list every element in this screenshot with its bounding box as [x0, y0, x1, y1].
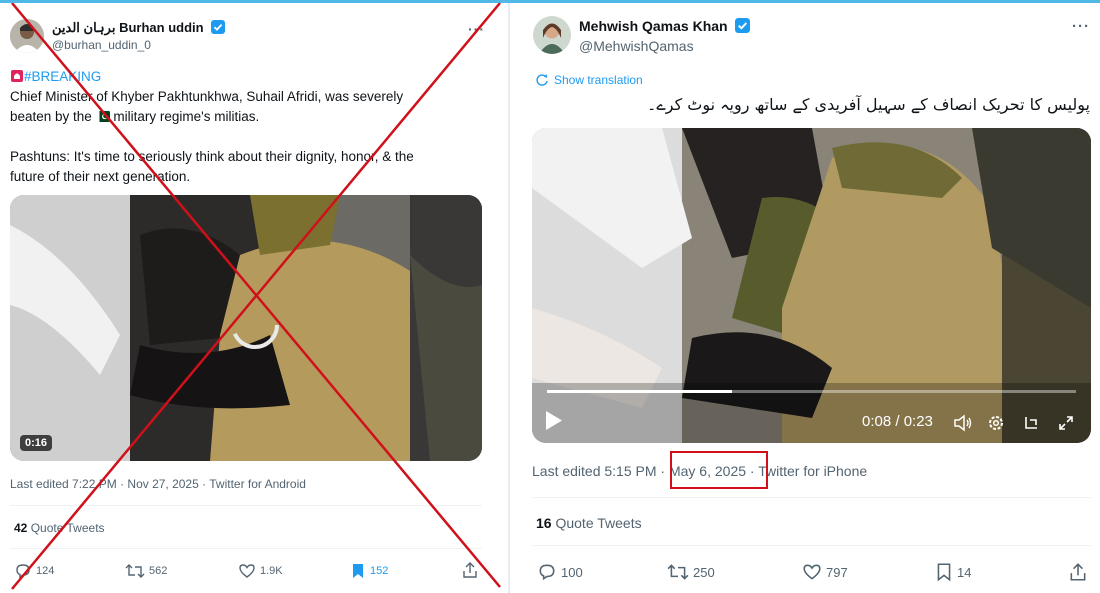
verified-badge-icon: [735, 18, 751, 33]
quote-count: 42: [14, 521, 28, 535]
tweet-body: پولیس کا تحریک انصاف کے سہیل آفریدی کے س…: [647, 95, 1090, 114]
reply-count: 124: [36, 565, 55, 577]
bookmark-icon: [937, 563, 951, 582]
like-count: 1.9K: [260, 565, 283, 577]
divider: [10, 505, 482, 506]
tweet-text-line: future of their next generation.: [10, 169, 191, 184]
avatar[interactable]: [533, 16, 571, 54]
bookmark-filled-icon: [353, 564, 363, 578]
quote-label: Quote Tweets: [555, 515, 642, 531]
tweet-text-fragment: military regime's militias.: [113, 109, 260, 124]
right-tweet-card: Mehwish Qamas Khan @MehwishQamas ··· Sho…: [515, 3, 1100, 593]
author-name-latin: Burhan uddin: [119, 20, 204, 35]
video-player[interactable]: 0:08 / 0:23: [532, 128, 1091, 443]
panel-separator: [508, 3, 510, 593]
video-frame-image: [532, 128, 1091, 443]
date-highlight-box: [670, 451, 768, 489]
verified-badge-icon: [211, 20, 226, 34]
retweet-count: 250: [693, 564, 715, 580]
author-name-urdu: برہان الدين: [52, 20, 116, 35]
like-button[interactable]: 1.9K: [238, 562, 283, 580]
bookmark-button[interactable]: 14: [935, 562, 971, 582]
show-translation-label: Show translation: [554, 73, 643, 87]
retweet-count: 562: [149, 565, 168, 577]
tweet-text-fragment: beaten by the: [10, 109, 92, 124]
reply-icon: [16, 564, 30, 579]
meta-time: Last edited 5:15 PM ·: [532, 463, 666, 479]
bookmark-button[interactable]: 152: [350, 562, 388, 580]
quote-count: 16: [536, 515, 552, 531]
avatar[interactable]: [10, 19, 44, 53]
like-count: 797: [826, 564, 848, 580]
reply-button[interactable]: 100: [537, 562, 583, 582]
heart-icon: [803, 564, 821, 580]
author-handle[interactable]: @burhan_uddin_0: [52, 38, 151, 52]
bookmark-count: 152: [370, 565, 389, 577]
more-options-icon[interactable]: ···: [1072, 18, 1090, 35]
share-icon: [463, 562, 477, 578]
hashtag-link[interactable]: #BREAKING: [24, 69, 101, 84]
quote-tweets-link[interactable]: 42 Quote Tweets: [14, 521, 105, 535]
fullscreen-icon[interactable]: [1057, 414, 1075, 432]
video-player[interactable]: 0:16: [10, 195, 482, 461]
quote-label: Quote Tweets: [30, 521, 105, 535]
settings-gear-icon[interactable]: [987, 414, 1005, 432]
pip-icon[interactable]: [1022, 414, 1040, 432]
tweet-meta: Last edited 7:22 PM · Nov 27, 2025 · Twi…: [10, 477, 306, 491]
retweet-icon: [667, 564, 689, 580]
video-duration-badge: 0:16: [20, 435, 53, 451]
heart-icon: [239, 564, 255, 578]
divider: [532, 545, 1091, 546]
reply-count: 100: [561, 564, 583, 580]
show-translation-link[interactable]: Show translation: [535, 73, 643, 87]
quote-tweets-link[interactable]: 16 Quote Tweets: [536, 515, 642, 531]
author-name[interactable]: برہان الدين Burhan uddin: [52, 20, 226, 36]
volume-icon[interactable]: [953, 414, 973, 432]
retweet-button[interactable]: 250: [667, 562, 715, 582]
share-button[interactable]: [461, 561, 483, 579]
reply-icon: [539, 564, 555, 581]
video-frame-image: [10, 195, 482, 461]
tweet-text-line: Chief Minister of Khyber Pakhtunkhwa, Su…: [10, 89, 404, 104]
reply-button[interactable]: 124: [14, 562, 54, 580]
left-tweet-card: برہان الدين Burhan uddin @burhan_uddin_0…: [0, 3, 505, 593]
author-handle[interactable]: @MehwishQamas: [579, 38, 694, 54]
share-icon: [1070, 563, 1086, 581]
divider: [10, 548, 482, 549]
bookmark-count: 14: [957, 564, 972, 580]
tweet-text-line: Pashtuns: It's time to seriously think a…: [10, 149, 414, 164]
retweet-button[interactable]: 562: [125, 562, 167, 580]
share-button[interactable]: [1068, 562, 1092, 582]
retweet-icon: [125, 564, 145, 578]
pakistan-flag-icon: [95, 111, 110, 122]
translate-icon: [536, 74, 548, 86]
author-name-text: Mehwish Qamas Khan: [579, 18, 728, 34]
siren-emoji-icon: [11, 70, 23, 82]
more-options-icon[interactable]: ···: [468, 21, 485, 37]
video-time-readout: 0:08 / 0:23: [862, 413, 933, 430]
divider: [532, 497, 1091, 498]
author-name[interactable]: Mehwish Qamas Khan: [579, 18, 751, 34]
like-button[interactable]: 797: [802, 562, 848, 582]
tweet-body: #BREAKING Chief Minister of Khyber Pakht…: [10, 67, 490, 187]
